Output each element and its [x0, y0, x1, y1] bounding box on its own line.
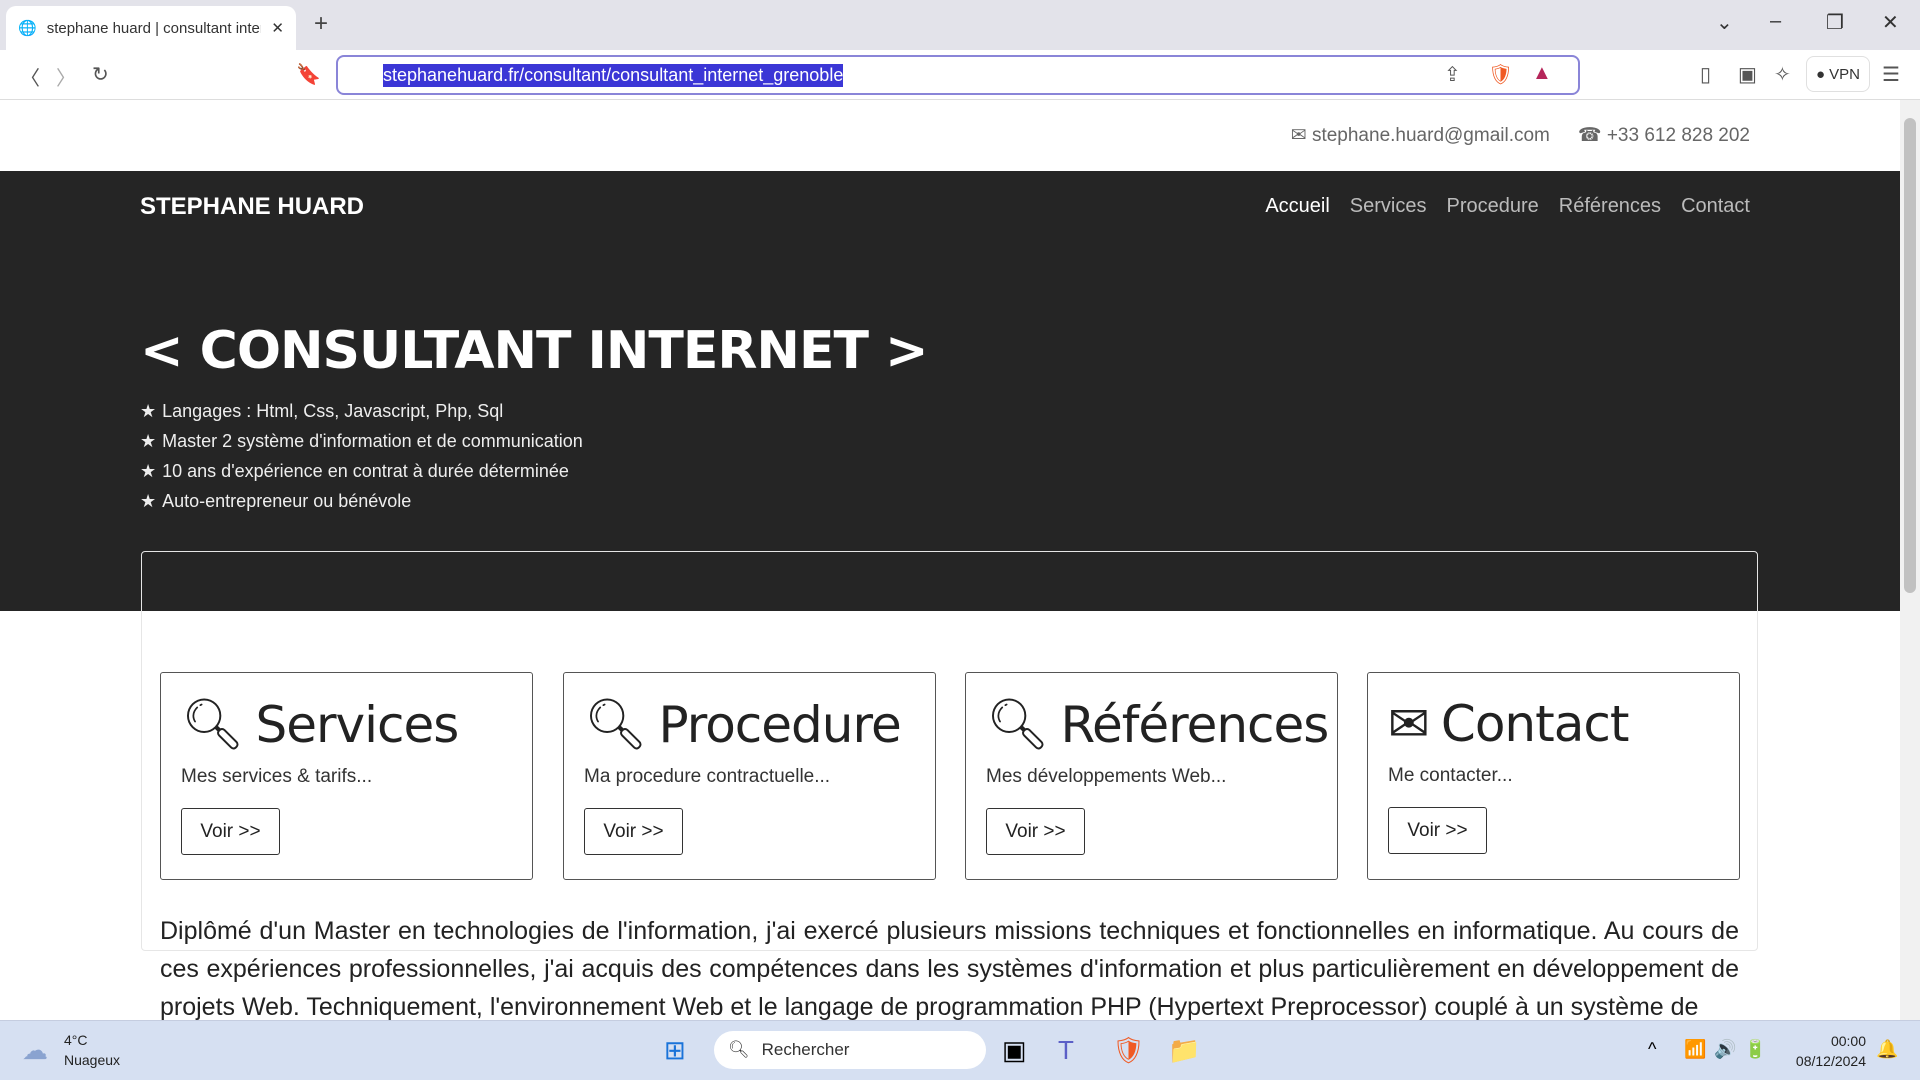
- back-icon[interactable]: 〈: [20, 62, 40, 91]
- search-icon: 🔍︎: [584, 695, 647, 753]
- task-view-icon[interactable]: ▣: [1002, 1035, 1027, 1066]
- star-icon: ★: [140, 430, 157, 451]
- vpn-button[interactable]: ● VPN: [1806, 56, 1870, 92]
- nav-procedure[interactable]: Procedure: [1447, 195, 1539, 218]
- procedure-voir-button[interactable]: Voir >>: [584, 808, 683, 855]
- teams-icon[interactable]: T: [1058, 1035, 1074, 1066]
- list-item: ★ Master 2 système d'information et de co…: [140, 430, 583, 451]
- contact-voir-button[interactable]: Voir >>: [1388, 807, 1487, 854]
- cloud-icon: ☁: [22, 1035, 48, 1065]
- menu-icon[interactable]: ☰: [1882, 62, 1900, 87]
- envelope-icon: ✉: [1290, 125, 1312, 146]
- brave-icon[interactable]: 🛡: [1112, 1035, 1145, 1066]
- restore-button[interactable]: ❐: [1826, 10, 1844, 35]
- browser-tab[interactable]: 🌐 stephane huard | consultant internet ✕: [6, 6, 296, 50]
- email-link[interactable]: ✉ stephane.huard@gmail.com: [1291, 124, 1550, 147]
- vpn-status-icon: ●: [1816, 65, 1826, 83]
- nav-contact[interactable]: Contact: [1681, 195, 1750, 218]
- clock[interactable]: 00:00 08/12/2024: [1786, 1031, 1866, 1071]
- references-voir-button[interactable]: Voir >>: [986, 808, 1085, 855]
- phone-link[interactable]: ☎ +33 612 828 202: [1578, 124, 1750, 147]
- wallet-icon[interactable]: ▣: [1738, 62, 1757, 87]
- brave-shield-icon[interactable]: 🛡: [1488, 62, 1513, 87]
- hero-section: STEPHANE HUARD Accueil Services Procedur…: [0, 171, 1900, 611]
- list-item: ★ Langages : Html, Css, Javascript, Php, …: [140, 400, 504, 421]
- scrollbar[interactable]: [1900, 100, 1920, 1020]
- envelope-icon: ✉: [1388, 695, 1430, 753]
- card-references: 🔍︎ Références Mes développements Web... V…: [965, 672, 1338, 880]
- sidebar-icon[interactable]: ▯: [1700, 62, 1711, 87]
- star-icon: ★: [140, 490, 157, 511]
- card-procedure: 🔍︎ Procedure Ma procedure contractuelle..…: [563, 672, 936, 880]
- browser-toolbar: 〈 〉 ↻ 🔖 stephanehuard.fr/consultant/cons…: [0, 50, 1920, 100]
- close-tab-icon[interactable]: ✕: [271, 19, 284, 37]
- forward-icon[interactable]: 〉: [56, 62, 76, 91]
- services-voir-button[interactable]: Voir >>: [181, 808, 280, 855]
- address-bar[interactable]: stephanehuard.fr/consultant/consultant_i…: [336, 55, 1580, 95]
- hero-title: < CONSULTANT INTERNET >: [140, 321, 929, 381]
- list-item: ★ 10 ans d'expérience en contrat à durée …: [140, 460, 569, 481]
- share-icon[interactable]: ⇪: [1444, 62, 1461, 87]
- nav-accueil[interactable]: Accueil: [1265, 195, 1329, 218]
- leo-ai-icon[interactable]: ✧: [1774, 62, 1791, 87]
- file-explorer-icon[interactable]: 📁: [1168, 1035, 1200, 1066]
- search-icon: 🔍︎: [728, 1040, 750, 1059]
- main-nav: Accueil Services Procedure Références Co…: [1265, 195, 1750, 218]
- windows-start-icon[interactable]: ⊞: [664, 1035, 686, 1066]
- globe-icon: 🌐: [18, 20, 37, 37]
- minimize-button[interactable]: –: [1770, 10, 1781, 33]
- scrollbar-thumb[interactable]: [1904, 118, 1916, 593]
- site-brand[interactable]: STEPHANE HUARD: [140, 193, 364, 221]
- list-item: ★ Auto-entrepreneur ou bénévole: [140, 490, 412, 511]
- star-icon: ★: [140, 460, 157, 481]
- star-icon: ★: [140, 400, 157, 421]
- wifi-icon[interactable]: 📶: [1684, 1039, 1706, 1060]
- hero-list: ★ Langages : Html, Css, Javascript, Php, …: [140, 396, 583, 516]
- card-services: 🔍︎ Services Mes services & tarifs... Voir…: [160, 672, 533, 880]
- notification-bell-icon[interactable]: 🔔: [1876, 1039, 1898, 1060]
- taskbar: ☁ 4°C Nuageux ⊞ 🔍︎ Rechercher ▣ T 🛡 📁 ^ 📶 …: [0, 1020, 1920, 1080]
- bookmark-icon[interactable]: 🔖: [296, 62, 321, 87]
- phone-icon: ☎: [1577, 125, 1607, 146]
- taskbar-search[interactable]: 🔍︎ Rechercher: [714, 1031, 986, 1069]
- volume-icon[interactable]: 🔊: [1714, 1039, 1736, 1060]
- tab-search-icon[interactable]: ⌄: [1716, 10, 1733, 35]
- tab-bar: 🌐 stephane huard | consultant internet ✕…: [0, 0, 1920, 50]
- battery-icon[interactable]: 🔋: [1744, 1039, 1766, 1060]
- nav-references[interactable]: Références: [1559, 195, 1661, 218]
- close-window-button[interactable]: ✕: [1882, 10, 1899, 35]
- intro-paragraph: Diplômé d'un Master en technologies de l…: [160, 917, 1739, 1020]
- rewards-icon[interactable]: ▲: [1532, 62, 1552, 85]
- reload-icon[interactable]: ↻: [92, 62, 109, 87]
- show-hidden-icons[interactable]: ^: [1648, 1039, 1656, 1060]
- weather-widget[interactable]: 4°C Nuageux: [64, 1030, 120, 1070]
- nav-services[interactable]: Services: [1350, 195, 1427, 218]
- contact-bar: ✉ stephane.huard@gmail.com ☎ +33 612 828…: [0, 100, 1900, 171]
- card-contact: ✉ Contact Me contacter... Voir >>: [1367, 672, 1740, 880]
- search-icon: 🔍︎: [181, 695, 244, 753]
- search-icon: 🔍︎: [986, 695, 1049, 753]
- new-tab-button[interactable]: +: [314, 10, 328, 38]
